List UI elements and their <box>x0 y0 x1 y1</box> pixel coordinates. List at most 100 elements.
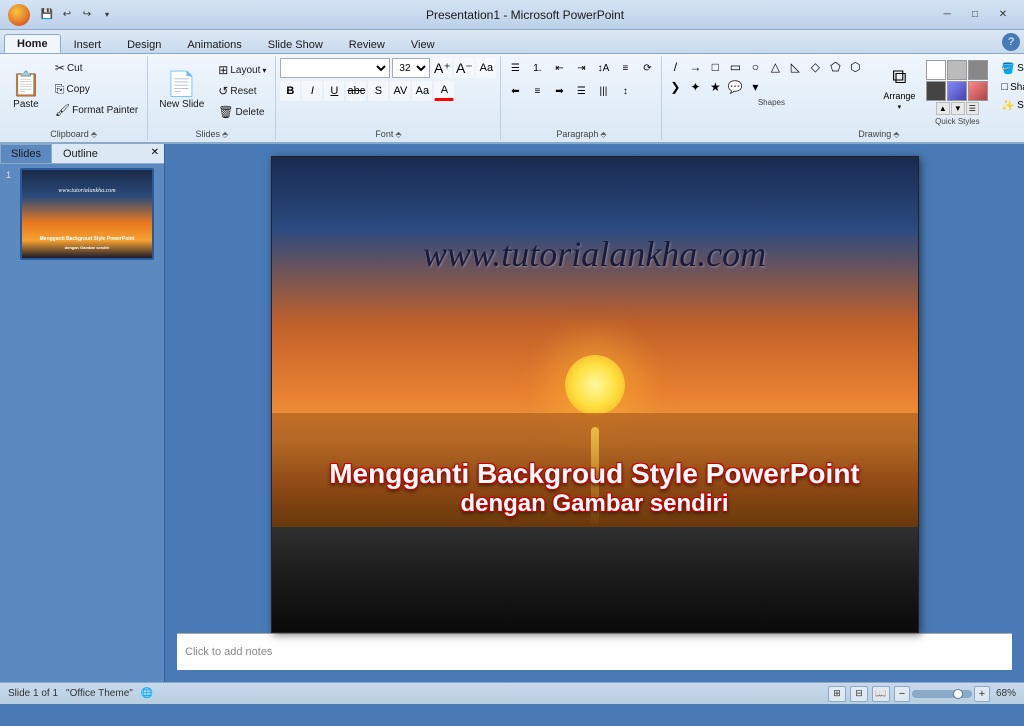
office-orb-button[interactable] <box>8 4 30 26</box>
qs-swatch-6[interactable] <box>968 81 988 101</box>
arrange-button[interactable]: ⧉ Arrange ▾ <box>880 58 918 118</box>
shape-star4[interactable]: ✦ <box>686 78 704 96</box>
qs-swatch-4[interactable] <box>926 81 946 101</box>
change-case-button[interactable]: Aa <box>412 81 432 101</box>
shape-round-rect[interactable]: ▭ <box>726 58 744 76</box>
slide-canvas[interactable]: www.tutorialankha.com Mengganti Backgrou… <box>271 156 919 633</box>
align-text-button[interactable]: ≡ <box>615 58 635 78</box>
clipboard-expand-icon[interactable]: ⬘ <box>91 130 97 139</box>
maximize-button[interactable]: □ <box>962 6 988 24</box>
format-painter-button[interactable]: 🖌 Format Painter <box>50 100 143 120</box>
shape-fill-button[interactable]: 🪣 Shape Fill <box>996 60 1024 77</box>
slide-thumbnail[interactable]: www.tutorialankha.com Mengganti Backgrou… <box>20 168 154 260</box>
slide-sorter-button[interactable]: ⊟ <box>850 686 868 702</box>
bold-button[interactable]: B <box>280 81 300 101</box>
decrease-font-button[interactable]: A⁻ <box>454 58 474 78</box>
new-slide-button[interactable]: 📄 New Slide <box>152 58 211 124</box>
ribbon-tab-bar: Home Insert Design Animations Slide Show… <box>0 30 1024 54</box>
reset-button[interactable]: ↺ Reset <box>213 81 271 101</box>
shape-pentagon[interactable]: ⬠ <box>826 58 844 76</box>
close-button[interactable]: ✕ <box>990 6 1016 24</box>
cut-button[interactable]: ✂ Cut <box>50 58 143 78</box>
qs-swatch-3[interactable] <box>968 60 988 80</box>
character-spacing-button[interactable]: AV <box>390 81 410 101</box>
numbering-button[interactable]: 1. <box>527 58 547 78</box>
zoom-slider[interactable] <box>912 690 972 698</box>
shape-chevron[interactable]: ❯ <box>666 78 684 96</box>
tab-slide-show[interactable]: Slide Show <box>255 35 336 53</box>
font-color-button[interactable]: A <box>434 81 454 101</box>
shape-line[interactable]: / <box>666 58 684 76</box>
strikethrough-button[interactable]: abc <box>346 81 366 101</box>
copy-button[interactable]: ⎘ Copy <box>50 79 143 99</box>
clear-formatting-button[interactable]: Aa <box>476 58 496 78</box>
normal-view-button[interactable]: ⊞ <box>828 686 846 702</box>
font-family-select[interactable] <box>280 58 390 78</box>
shape-effects-button[interactable]: ✨ Shape Effects <box>996 97 1024 114</box>
shape-diamond[interactable]: ◇ <box>806 58 824 76</box>
increase-font-button[interactable]: A⁺ <box>432 58 452 78</box>
notes-area[interactable]: Click to add notes <box>177 633 1012 670</box>
redo-button[interactable]: ↪ <box>78 6 96 24</box>
slide-website-text[interactable]: www.tutorialankha.com <box>272 233 918 275</box>
arrange-icon: ⧉ <box>892 66 906 89</box>
center-button[interactable]: ≡ <box>527 81 547 101</box>
shape-star5[interactable]: ★ <box>706 78 724 96</box>
qs-swatch-2[interactable] <box>947 60 967 80</box>
help-button[interactable]: ? <box>1002 33 1020 51</box>
undo-button[interactable]: ↩ <box>58 6 76 24</box>
save-button[interactable]: 💾 <box>38 6 56 24</box>
convert-smartart-button[interactable]: ⟳ <box>637 58 657 78</box>
shape-rect[interactable]: □ <box>706 58 724 76</box>
zoom-out-button[interactable]: − <box>894 686 910 702</box>
shape-callout[interactable]: 💬 <box>726 78 744 96</box>
tab-slides[interactable]: Slides <box>0 144 52 163</box>
columns-button[interactable]: ||| <box>593 81 613 101</box>
minimize-button[interactable]: ─ <box>934 6 960 24</box>
increase-indent-button[interactable]: ⇥ <box>571 58 591 78</box>
shape-right-tri[interactable]: ◺ <box>786 58 804 76</box>
italic-button[interactable]: I <box>302 81 322 101</box>
zoom-handle[interactable] <box>953 689 963 699</box>
shape-oval[interactable]: ○ <box>746 58 764 76</box>
underline-button[interactable]: U <box>324 81 344 101</box>
font-expand-icon[interactable]: ⬘ <box>395 130 401 139</box>
justify-button[interactable]: ☰ <box>571 81 591 101</box>
align-left-button[interactable]: ⬅ <box>505 81 525 101</box>
paste-button[interactable]: 📋 Paste <box>4 58 48 124</box>
qs-scroll-down[interactable]: ▼ <box>951 102 965 115</box>
panel-close-button[interactable]: ✕ <box>146 144 164 163</box>
customize-qa-button[interactable]: ▾ <box>98 6 116 24</box>
paragraph-expand-icon[interactable]: ⬘ <box>600 130 606 139</box>
tab-animations[interactable]: Animations <box>174 35 254 53</box>
align-right-button[interactable]: ➡ <box>549 81 569 101</box>
shape-outline-button[interactable]: □ Shape Outline <box>996 79 1024 95</box>
qs-scroll-up[interactable]: ▲ <box>936 102 950 115</box>
shape-hexagon[interactable]: ⬡ <box>846 58 864 76</box>
tab-home[interactable]: Home <box>4 34 61 53</box>
tab-design[interactable]: Design <box>114 35 174 53</box>
decrease-indent-button[interactable]: ⇤ <box>549 58 569 78</box>
tab-review[interactable]: Review <box>336 35 398 53</box>
shape-triangle[interactable]: △ <box>766 58 784 76</box>
layout-button[interactable]: ⊞ Layout ▾ <box>213 60 271 80</box>
line-spacing-button[interactable]: ↕ <box>615 81 635 101</box>
tab-insert[interactable]: Insert <box>61 35 115 53</box>
drawing-expand-icon[interactable]: ⬘ <box>893 130 899 139</box>
tab-outline[interactable]: Outline <box>52 144 109 163</box>
qs-swatch-5[interactable] <box>947 81 967 101</box>
slides-expand-icon[interactable]: ⬘ <box>222 130 228 139</box>
font-size-select[interactable]: 32 <box>392 58 430 78</box>
slide-title-text[interactable]: Mengganti Backgroud Style PowerPoint den… <box>272 458 918 518</box>
zoom-in-button[interactable]: + <box>974 686 990 702</box>
shape-more[interactable]: ▾ <box>746 78 764 96</box>
bullets-button[interactable]: ☰ <box>505 58 525 78</box>
text-direction-button[interactable]: ↕A <box>593 58 613 78</box>
shape-arrow[interactable]: → <box>686 58 704 76</box>
reading-view-button[interactable]: 📖 <box>872 686 890 702</box>
delete-button[interactable]: 🗑 Delete <box>213 102 271 122</box>
tab-view[interactable]: View <box>398 35 448 53</box>
text-shadow-button[interactable]: S <box>368 81 388 101</box>
qs-expand[interactable]: ☰ <box>966 102 979 115</box>
qs-swatch-1[interactable] <box>926 60 946 80</box>
